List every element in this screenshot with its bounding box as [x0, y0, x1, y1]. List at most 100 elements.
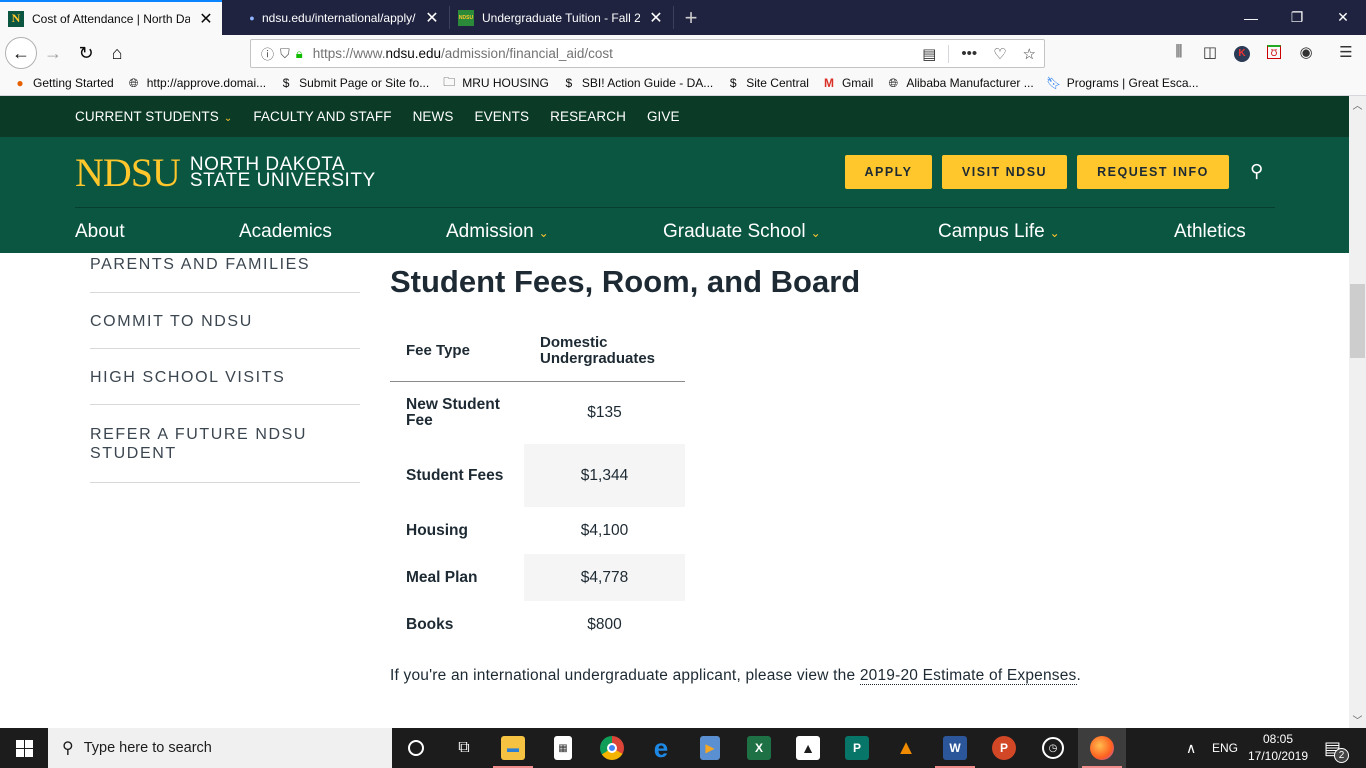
bookmark-item[interactable]: 🌐︎ Alibaba Manufacturer ... — [885, 75, 1034, 91]
task-view-button[interactable]: ⧉ — [440, 728, 488, 768]
address-bar[interactable]: ⓘ ⛉ 🔒︎ https://www.ndsu.edu/admission/fi… — [250, 39, 1045, 68]
taskbar-calculator[interactable]: ▦ — [539, 728, 587, 768]
sidebar-icon[interactable]: ◫ — [1200, 43, 1220, 61]
bookmark-item[interactable]: $ Submit Page or Site fo... — [278, 75, 429, 91]
bookmark-item[interactable]: 🔖︎ Programs | Great Esca... — [1046, 75, 1198, 91]
taskbar-search-input[interactable]: ⚲ Type here to search — [48, 728, 392, 768]
nav-athletics[interactable]: Athletics — [1174, 221, 1246, 243]
nav-campus-life[interactable]: Campus Life ⌄ — [938, 221, 1060, 243]
taskbar-file-explorer[interactable]: ▬ — [489, 728, 537, 768]
utility-link-events[interactable]: EVENTS — [474, 109, 529, 124]
close-tab-icon[interactable]: ✕ — [424, 8, 440, 28]
sidebar-item-high-school-visits[interactable]: HIGH SCHOOL VISITS — [90, 349, 360, 405]
taskbar-powerpoint[interactable]: P — [980, 728, 1028, 768]
column-header: Fee Type — [390, 322, 524, 382]
ndsu-logo[interactable]: NDSU NORTH DAKOTA STATE UNIVERSITY — [75, 153, 376, 193]
close-window-button[interactable]: ✕ — [1320, 0, 1366, 35]
estimate-of-expenses-link[interactable]: 2019-20 Estimate of Expenses — [859, 667, 1077, 685]
nav-graduate-school[interactable]: Graduate School ⌄ — [663, 221, 821, 243]
media-player-icon: ▶ — [700, 736, 720, 760]
tab-ndsu-international[interactable]: ● ndsu.edu/international/apply/c ✕ — [236, 0, 448, 35]
nav-academics[interactable]: Academics — [239, 221, 332, 243]
bookmark-folder[interactable]: 🗀 MRU HOUSING — [441, 75, 549, 91]
language-indicator[interactable]: ENG — [1212, 728, 1238, 768]
bookmark-item[interactable]: 🌐︎ http://approve.domai... — [126, 75, 266, 91]
close-tab-icon[interactable]: ✕ — [198, 9, 214, 29]
taskbar-photos[interactable]: ▲ — [784, 728, 832, 768]
page-actions-icon[interactable]: ••• — [961, 45, 977, 62]
table-row: Books $800 — [390, 601, 685, 648]
scroll-up-icon[interactable]: ︿ — [1349, 96, 1366, 113]
library-icon[interactable]: ⫼ — [1169, 43, 1189, 60]
restore-button[interactable]: ❐ — [1274, 0, 1320, 35]
forward-button[interactable]: → — [38, 38, 68, 68]
action-center-button[interactable]: ▤ 2 — [1324, 728, 1350, 768]
visit-ndsu-button[interactable]: VISIT NDSU — [942, 155, 1067, 189]
taskbar-media-player[interactable]: ▶ — [686, 728, 734, 768]
utility-link-news[interactable]: NEWS — [413, 109, 454, 124]
taskbar-edge[interactable]: e — [637, 728, 685, 768]
account-icon[interactable]: ◉ — [1296, 43, 1316, 61]
fee-value-cell: $800 — [587, 615, 622, 633]
reader-view-icon[interactable]: ▤ — [922, 45, 936, 63]
tracking-shield-icon[interactable]: ⛉ — [280, 46, 290, 62]
taskbar-word[interactable]: W — [931, 728, 979, 768]
scrollbar-thumb[interactable] — [1350, 284, 1365, 358]
folder-icon: ▬ — [501, 736, 525, 760]
taskbar-firefox[interactable] — [1078, 728, 1126, 768]
globe-icon: 🌐︎ — [128, 75, 139, 90]
fee-value-cell: $4,100 — [580, 521, 629, 539]
utility-link-give[interactable]: GIVE — [647, 109, 680, 124]
tab-separator — [673, 6, 674, 29]
back-button[interactable]: ← — [5, 37, 37, 69]
bookmark-star-icon[interactable]: ☆ — [1023, 45, 1036, 63]
sidebar-item-parents-families[interactable]: PARENTS AND FAMILIES — [90, 256, 360, 293]
web-page: CURRENT STUDENTS ⌄ FACULTY AND STAFF NEWS… — [0, 96, 1349, 728]
page-scrollbar[interactable]: ︿ ﹀ — [1349, 96, 1366, 728]
info-icon[interactable]: ⓘ — [261, 44, 274, 63]
bookmark-icon: 🔖︎ — [1046, 76, 1062, 90]
nav-about[interactable]: About — [75, 221, 125, 243]
extension-k-icon[interactable]: K — [1232, 43, 1252, 62]
bookmark-item[interactable]: M Gmail — [821, 75, 873, 91]
scroll-down-icon[interactable]: ﹀ — [1349, 711, 1366, 728]
url-text[interactable]: https://www.ndsu.edu/admission/financial… — [313, 46, 613, 61]
cortana-button[interactable] — [392, 728, 440, 768]
system-clock[interactable]: 08:05 17/10/2019 — [1244, 731, 1312, 765]
utility-link-current-students[interactable]: CURRENT STUDENTS ⌄ — [75, 109, 232, 124]
firefox-icon: ● — [16, 76, 24, 90]
menu-icon[interactable]: ☰ — [1336, 43, 1356, 61]
nav-admission[interactable]: Admission ⌄ — [446, 221, 549, 243]
sidebar-item-commit[interactable]: COMMIT TO NDSU — [90, 293, 360, 349]
taskbar-chrome[interactable] — [588, 728, 636, 768]
extension-shield-icon[interactable]: Ʊ — [1264, 43, 1284, 60]
pocket-icon[interactable]: ♡ — [993, 45, 1006, 63]
chrome-icon — [600, 736, 624, 760]
close-tab-icon[interactable]: ✕ — [648, 8, 664, 28]
apply-button[interactable]: APPLY — [845, 155, 932, 189]
excel-icon: X — [747, 736, 771, 760]
show-hidden-icons-button[interactable]: ∧ — [1186, 728, 1196, 768]
sidebar-item-refer-student[interactable]: REFER A FUTURE NDSU STUDENT — [90, 405, 360, 483]
divider — [948, 44, 950, 63]
taskbar-alarms[interactable]: ◷ — [1029, 728, 1077, 768]
bookmark-item[interactable]: ● Getting Started — [12, 75, 113, 91]
reload-button[interactable]: ↻ — [71, 38, 101, 68]
bookmark-item[interactable]: $ SBI! Action Guide - DA... — [561, 75, 714, 91]
minimize-button[interactable]: — — [1228, 0, 1274, 35]
calculator-icon: ▦ — [554, 736, 572, 760]
bookmark-item[interactable]: $ Site Central — [725, 75, 809, 91]
request-info-button[interactable]: REQUEST INFO — [1077, 155, 1229, 189]
search-icon[interactable]: ⚲ — [1250, 161, 1263, 182]
utility-link-research[interactable]: RESEARCH — [550, 109, 626, 124]
start-button[interactable] — [0, 728, 48, 768]
new-tab-button[interactable]: + — [680, 0, 702, 35]
taskbar-publisher[interactable]: P — [833, 728, 881, 768]
home-button[interactable]: ⌂ — [102, 38, 132, 68]
utility-link-faculty-staff[interactable]: FACULTY AND STAFF — [253, 109, 391, 124]
word-icon: W — [943, 736, 967, 760]
taskbar-excel[interactable]: X — [735, 728, 783, 768]
tab-undergraduate-tuition[interactable]: NDSU Undergraduate Tuition - Fall 20 ✕ — [450, 0, 672, 35]
tab-cost-of-attendance[interactable]: N Cost of Attendance | North Dak ✕ — [0, 0, 222, 35]
taskbar-vlc[interactable]: ▲ — [882, 728, 930, 768]
